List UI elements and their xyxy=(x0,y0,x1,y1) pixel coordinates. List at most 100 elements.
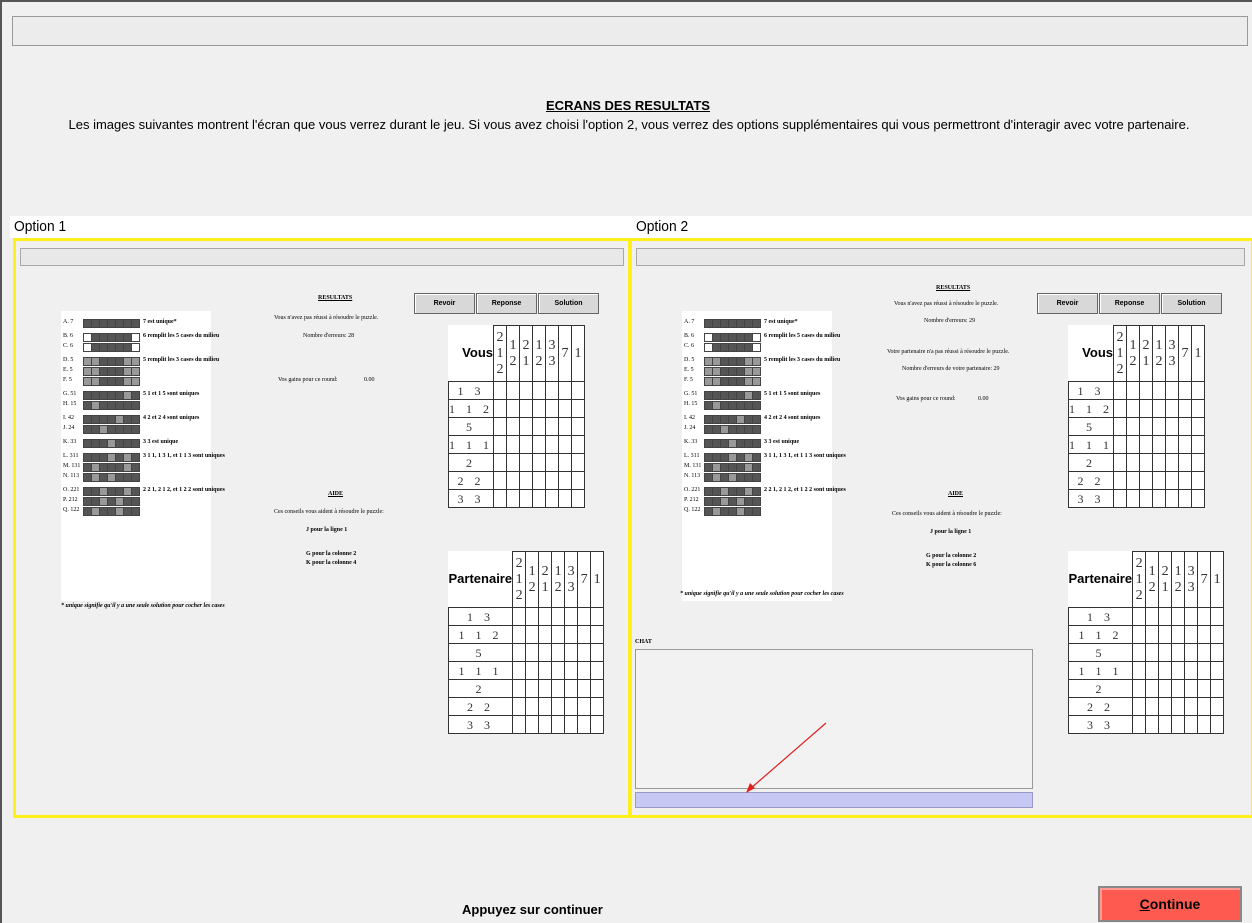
grid-cell[interactable] xyxy=(1152,471,1166,490)
grid-cell[interactable] xyxy=(1165,453,1179,472)
grid-cell[interactable] xyxy=(538,661,553,680)
grid-cell[interactable] xyxy=(1171,661,1186,680)
grid-cell[interactable] xyxy=(493,399,507,418)
grid-cell[interactable] xyxy=(1165,489,1179,508)
grid-cell[interactable] xyxy=(571,453,585,472)
grid-cell[interactable] xyxy=(1197,661,1212,680)
grid-cell[interactable] xyxy=(1178,453,1192,472)
chat-history[interactable] xyxy=(635,649,1033,789)
grid-cell[interactable] xyxy=(525,715,540,734)
grid-cell[interactable] xyxy=(571,435,585,454)
grid-cell[interactable] xyxy=(564,679,579,698)
grid-cell[interactable] xyxy=(551,625,566,644)
grid-cell[interactable] xyxy=(1132,679,1147,698)
grid-cell[interactable] xyxy=(532,417,546,436)
grid-cell[interactable] xyxy=(577,679,592,698)
grid-cell[interactable] xyxy=(519,435,533,454)
grid-cell[interactable] xyxy=(1184,607,1199,626)
grid-cell[interactable] xyxy=(1152,489,1166,508)
grid-cell[interactable] xyxy=(558,489,572,508)
grid-cell[interactable] xyxy=(1191,435,1205,454)
grid-cell[interactable] xyxy=(1197,697,1212,716)
grid-cell[interactable] xyxy=(1145,625,1160,644)
grid-cell[interactable] xyxy=(512,679,527,698)
grid-cell[interactable] xyxy=(1145,643,1160,662)
grid-cell[interactable] xyxy=(538,679,553,698)
grid-cell[interactable] xyxy=(545,489,559,508)
grid-cell[interactable] xyxy=(1210,625,1225,644)
grid-cell[interactable] xyxy=(506,435,520,454)
grid-cell[interactable] xyxy=(1113,435,1127,454)
grid-cell[interactable] xyxy=(558,453,572,472)
grid-cell[interactable] xyxy=(1126,399,1140,418)
grid-cell[interactable] xyxy=(590,715,605,734)
grid-cell[interactable] xyxy=(512,661,527,680)
grid-cell[interactable] xyxy=(1152,417,1166,436)
grid-cell[interactable] xyxy=(1139,399,1153,418)
grid-cell[interactable] xyxy=(1210,697,1225,716)
grid-cell[interactable] xyxy=(1210,715,1225,734)
grid-cell[interactable] xyxy=(1132,697,1147,716)
grid-cell[interactable] xyxy=(525,607,540,626)
grid-cell[interactable] xyxy=(564,661,579,680)
grid-cell[interactable] xyxy=(519,471,533,490)
grid-cell[interactable] xyxy=(558,435,572,454)
grid-cell[interactable] xyxy=(1197,715,1212,734)
grid-cell[interactable] xyxy=(551,661,566,680)
grid-cell[interactable] xyxy=(512,625,527,644)
grid-cell[interactable] xyxy=(577,607,592,626)
grid-cell[interactable] xyxy=(564,607,579,626)
grid-cell[interactable] xyxy=(545,453,559,472)
grid-cell[interactable] xyxy=(1178,381,1192,400)
grid-cell[interactable] xyxy=(590,697,605,716)
grid-cell[interactable] xyxy=(545,399,559,418)
grid-cell[interactable] xyxy=(1197,607,1212,626)
grid-cell[interactable] xyxy=(538,625,553,644)
grid-cell[interactable] xyxy=(1139,381,1153,400)
grid-cell[interactable] xyxy=(1113,471,1127,490)
grid-cell[interactable] xyxy=(1139,417,1153,436)
grid-cell[interactable] xyxy=(577,715,592,734)
grid-cell[interactable] xyxy=(1139,453,1153,472)
grid-cell[interactable] xyxy=(545,471,559,490)
grid-cell[interactable] xyxy=(1132,661,1147,680)
grid-cell[interactable] xyxy=(519,381,533,400)
grid-cell[interactable] xyxy=(564,625,579,644)
grid-cell[interactable] xyxy=(493,381,507,400)
continue-button[interactable]: Continue xyxy=(1098,886,1242,922)
grid-cell[interactable] xyxy=(1171,715,1186,734)
grid-cell[interactable] xyxy=(506,381,520,400)
grid-cell[interactable] xyxy=(493,471,507,490)
grid-cell[interactable] xyxy=(532,399,546,418)
grid-cell[interactable] xyxy=(1191,381,1205,400)
grid-cell[interactable] xyxy=(590,643,605,662)
grid-cell[interactable] xyxy=(519,417,533,436)
grid-cell[interactable] xyxy=(1139,435,1153,454)
response-button[interactable]: Reponse xyxy=(1099,293,1160,314)
grid-cell[interactable] xyxy=(1158,607,1173,626)
grid-cell[interactable] xyxy=(1184,679,1199,698)
solution-button[interactable]: Solution xyxy=(538,293,599,314)
grid-cell[interactable] xyxy=(1158,715,1173,734)
grid-cell[interactable] xyxy=(564,643,579,662)
grid-cell[interactable] xyxy=(1126,435,1140,454)
grid-cell[interactable] xyxy=(525,679,540,698)
grid-cell[interactable] xyxy=(1210,661,1225,680)
grid-cell[interactable] xyxy=(564,715,579,734)
solution-button[interactable]: Solution xyxy=(1161,293,1222,314)
grid-cell[interactable] xyxy=(532,453,546,472)
grid-cell[interactable] xyxy=(493,417,507,436)
grid-cell[interactable] xyxy=(493,489,507,508)
grid-cell[interactable] xyxy=(590,607,605,626)
grid-cell[interactable] xyxy=(1113,381,1127,400)
grid-cell[interactable] xyxy=(1171,679,1186,698)
grid-cell[interactable] xyxy=(577,697,592,716)
grid-cell[interactable] xyxy=(1197,643,1212,662)
grid-cell[interactable] xyxy=(1191,453,1205,472)
grid-cell[interactable] xyxy=(538,607,553,626)
grid-cell[interactable] xyxy=(1191,399,1205,418)
grid-cell[interactable] xyxy=(558,381,572,400)
grid-cell[interactable] xyxy=(1184,643,1199,662)
grid-cell[interactable] xyxy=(1165,435,1179,454)
grid-cell[interactable] xyxy=(1158,697,1173,716)
